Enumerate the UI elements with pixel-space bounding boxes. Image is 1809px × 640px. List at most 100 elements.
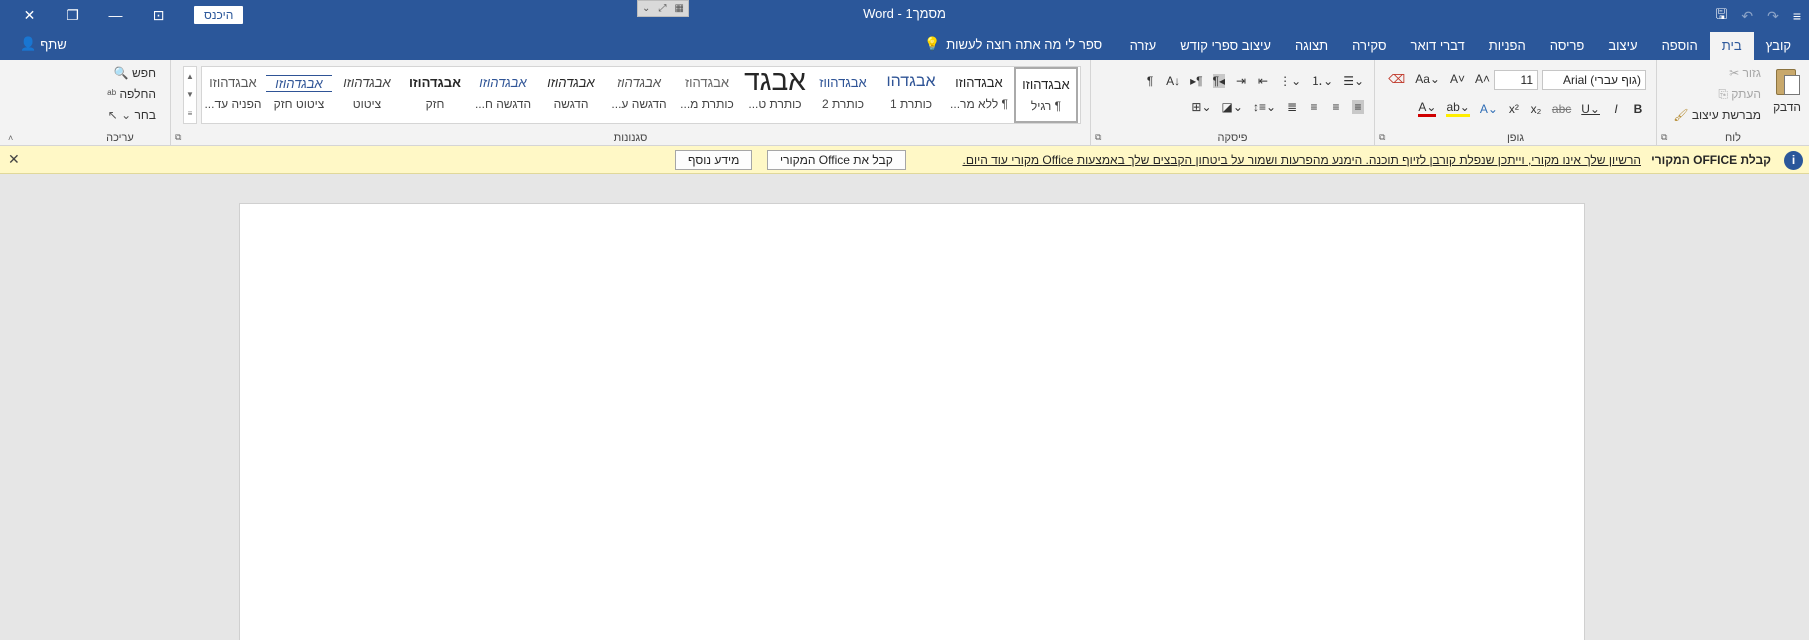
style-normal[interactable]: אבגדהוזו ¶ רגיל	[1014, 67, 1078, 123]
collapse-ribbon-icon[interactable]: ˄	[8, 133, 13, 143]
close-icon[interactable]: ✕	[8, 151, 20, 168]
style-subtle-reference[interactable]: אבגדהוזו הפניה עד...	[202, 67, 264, 123]
tab-help[interactable]: עזרה	[1118, 32, 1169, 60]
subscript-icon[interactable]: x₂	[1530, 102, 1542, 116]
find-label: חפש	[132, 66, 156, 80]
font-launcher-icon[interactable]: ⧉	[1379, 132, 1385, 143]
copy-button[interactable]: העתק ⎘	[1718, 87, 1761, 102]
change-case-icon[interactable]: Aa⌄	[1415, 72, 1440, 86]
italic-icon[interactable]: I	[1610, 102, 1622, 116]
document-page[interactable]	[239, 203, 1585, 640]
numbering-icon[interactable]: ⒈⌄	[1311, 72, 1333, 89]
align-left-icon[interactable]: ≡	[1308, 100, 1320, 114]
multilevel-list-icon[interactable]: ⋮⌄	[1279, 74, 1301, 88]
scroll-down-icon[interactable]: ▼	[186, 90, 194, 99]
scissors-icon: ✂	[1729, 66, 1740, 80]
paragraph-launcher-icon[interactable]: ⧉	[1095, 132, 1101, 143]
tab-layout[interactable]: פריסה	[1538, 32, 1597, 60]
more-styles-icon[interactable]: ≡	[188, 109, 193, 118]
style-heading-2[interactable]: אבגדהווז כותרת 2	[810, 67, 876, 123]
style-title[interactable]: אבגד כותרת ט...	[742, 65, 808, 123]
clipboard-group-label: לוח	[1725, 132, 1741, 144]
style-no-spacing[interactable]: אבגדהוזו ¶ ללא מר...	[946, 67, 1012, 123]
get-genuine-office-button[interactable]: קבל את Office המקורי	[767, 150, 906, 170]
strikethrough-icon[interactable]: abc	[1552, 102, 1571, 116]
style-quote[interactable]: אבגדהוזו ציטוט	[334, 67, 400, 123]
style-subtitle[interactable]: אבגדהוז כותרת מ...	[674, 67, 740, 123]
style-heading-1[interactable]: אבגדהו כותרת 1	[878, 67, 944, 123]
font-color-icon[interactable]: A⌄	[1418, 100, 1437, 117]
superscript-icon[interactable]: x²	[1508, 102, 1520, 116]
tell-me-search[interactable]: ספר לי מה אתה רוצה לעשות 💡	[924, 36, 1102, 52]
font-group: (גוף עברי) Arial 11 A˄ A˅ Aa⌄ ⌫ B I U⌄ a…	[1374, 60, 1656, 146]
style-subtle-emphasis[interactable]: אבגדהוז הדגשה ע...	[606, 67, 672, 123]
editing-group-label: עריכה	[106, 132, 134, 144]
cut-label: גזור	[1742, 66, 1761, 80]
paste-icon[interactable]	[1773, 66, 1803, 98]
customize-toolbar-icon[interactable]: ≡	[1793, 8, 1801, 24]
cut-button[interactable]: גזור ✂	[1729, 66, 1761, 80]
rtl-direction-icon[interactable]: ¶◂	[1212, 73, 1226, 88]
show-marks-icon[interactable]: ¶	[1144, 74, 1156, 88]
format-painter-label: מברשת עיצוב	[1691, 108, 1761, 122]
share-button[interactable]: שתף 👤	[20, 36, 67, 52]
tab-holy-books-design[interactable]: עיצוב ספרי קודש	[1168, 32, 1283, 60]
sort-icon[interactable]: A↓	[1166, 74, 1180, 88]
paragraph-group: ☰⌄ ⒈⌄ ⋮⌄ ⇤ ⇥ ¶◂ ▸¶ A↓ ¶ ≡ ≡ ≡ ≣ ↕≡⌄ ◪⌄ ⊞…	[1090, 60, 1374, 146]
highlight-icon[interactable]: ab⌄	[1446, 100, 1470, 117]
find-button[interactable]: חפש 🔍	[114, 66, 156, 80]
learn-more-button[interactable]: מידע נוסף	[675, 150, 753, 170]
tab-design[interactable]: עיצוב	[1596, 32, 1649, 60]
style-emphasis[interactable]: אבגדהוזו הדגשה	[538, 67, 604, 123]
justify-icon[interactable]: ≣	[1286, 100, 1298, 114]
styles-gallery-scroll[interactable]: ▲ ▼ ≡	[183, 66, 197, 124]
tab-mailings[interactable]: דברי דואר	[1399, 32, 1477, 60]
font-name-combobox[interactable]: (גוף עברי) Arial	[1542, 70, 1646, 90]
shrink-font-icon[interactable]: A˅	[1450, 72, 1465, 86]
tab-view[interactable]: תצוגה	[1283, 32, 1340, 60]
styles-group-label: סגנונות	[613, 132, 648, 144]
tab-review[interactable]: סקירה	[1340, 32, 1398, 60]
paste-button[interactable]: הדבק	[1773, 100, 1801, 114]
style-strong[interactable]: אבגדהוזו חזק	[402, 67, 468, 123]
replace-label: החלפה	[119, 87, 156, 101]
replace-button[interactable]: החלפה ᵃᵇ	[107, 87, 156, 101]
decrease-indent-icon[interactable]: ⇤	[1257, 74, 1269, 88]
share-label: שתף	[40, 36, 67, 52]
underline-icon[interactable]: U⌄	[1581, 102, 1600, 116]
grow-font-icon[interactable]: A˄	[1475, 72, 1490, 86]
bullets-icon[interactable]: ☰⌄	[1343, 74, 1364, 88]
format-painter-button[interactable]: מברשת עיצוב 🖌	[1673, 108, 1761, 122]
tab-home[interactable]: בית	[1709, 32, 1754, 60]
undo-icon[interactable]: ↶	[1741, 8, 1753, 25]
increase-indent-icon[interactable]: ⇥	[1235, 74, 1247, 88]
scroll-up-icon[interactable]: ▲	[186, 72, 194, 81]
lightbulb-icon: 💡	[924, 36, 941, 51]
styles-group: ▲ ▼ ≡ אבגדהוזו ¶ רגיל אבגדהוזו ¶ ללא מר.…	[170, 60, 1090, 146]
bold-icon[interactable]: B	[1632, 102, 1644, 116]
paragraph-group-label: פיסקה	[1217, 132, 1248, 144]
tab-references[interactable]: הפניות	[1477, 32, 1538, 60]
tab-file[interactable]: קובץ	[1754, 32, 1803, 60]
ltr-direction-icon[interactable]: ▸¶	[1190, 74, 1202, 88]
styles-launcher-icon[interactable]: ⧉	[175, 132, 181, 143]
select-button[interactable]: בחר ⌄ ↖	[108, 108, 156, 122]
clear-formatting-icon[interactable]: ⌫	[1388, 72, 1405, 86]
ribbon: הדבק גזור ✂ העתק ⎘ מברשת עיצוב 🖌 לוח ⧉ (…	[0, 60, 1809, 146]
font-group-label: גופן	[1506, 132, 1525, 144]
clipboard-launcher-icon[interactable]: ⧉	[1661, 132, 1667, 143]
message-link[interactable]: הרשיון שלך אינו מקורי, וייתכן שנפלת קורב…	[963, 153, 1642, 167]
window-title: מסמך1 - Word	[863, 6, 946, 21]
tab-insert[interactable]: הוספה	[1650, 32, 1710, 60]
redo-icon[interactable]: ↷	[1767, 8, 1779, 25]
style-intense-emphasis[interactable]: אבגדהוזו הדגשה ח...	[470, 67, 536, 123]
align-right-icon[interactable]: ≡	[1352, 100, 1364, 114]
line-spacing-icon[interactable]: ↕≡⌄	[1253, 100, 1276, 114]
save-icon[interactable]: 🖫	[1715, 4, 1727, 28]
align-center-icon[interactable]: ≡	[1330, 100, 1342, 114]
font-size-combobox[interactable]: 11	[1494, 70, 1538, 90]
borders-icon[interactable]: ⊞⌄	[1191, 100, 1211, 114]
shading-icon[interactable]: ◪⌄	[1222, 100, 1243, 114]
text-effects-icon[interactable]: A⌄	[1480, 102, 1498, 116]
style-intense-quote[interactable]: אבגדהוזו ציטוט חזק	[266, 67, 332, 123]
